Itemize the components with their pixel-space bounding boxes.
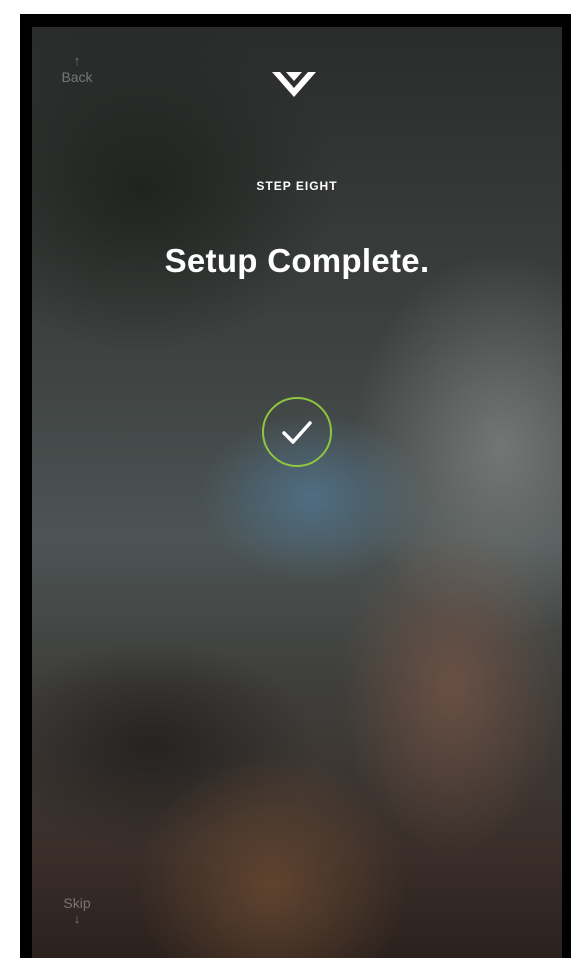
back-label: Back (61, 69, 93, 85)
back-button[interactable]: ↑ Back (52, 53, 102, 85)
skip-button[interactable]: Skip ↓ (52, 895, 102, 927)
up-arrow-icon: ↑ (73, 53, 81, 68)
skip-label: Skip (63, 895, 91, 911)
down-arrow-icon: ↓ (73, 911, 81, 926)
step-indicator: STEP EIGHT (256, 179, 338, 193)
checkmark-circle-icon (262, 397, 332, 467)
device-frame: ↑ Back STEP EIGHT Setup Complete. Skip ↓ (20, 14, 571, 958)
vizio-logo-icon (272, 72, 316, 97)
setup-screen: ↑ Back STEP EIGHT Setup Complete. Skip ↓ (32, 27, 562, 958)
page-title: Setup Complete. (164, 242, 430, 279)
